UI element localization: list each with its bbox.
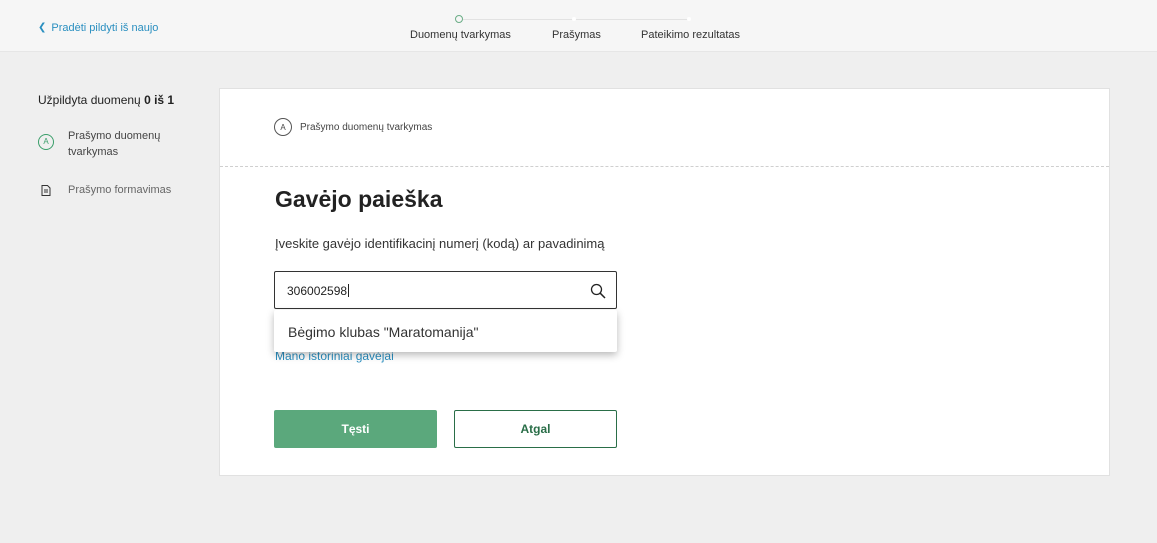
continue-button[interactable]: Tęsti xyxy=(274,410,437,448)
sidebar-progress: Užpildyta duomenų 0 iš 1 xyxy=(38,93,174,107)
search-input-value: 306002598 xyxy=(287,284,350,298)
text-caret xyxy=(348,284,350,297)
step-3-label: Pateikimo rezultatas xyxy=(641,29,741,41)
progress-stepper: Duomenų tvarkymas Prašymas Pateikimo rez… xyxy=(0,0,1157,52)
card-step-header: A Prašymo duomenų tvarkymas xyxy=(274,118,432,136)
search-field-label: Įveskite gavėjo identifikacinį numerį (k… xyxy=(275,236,605,251)
recipient-search-input[interactable]: 306002598 xyxy=(274,271,617,309)
step-2-label: Prašymas xyxy=(552,29,601,41)
top-bar: ❮ Pradėti pildyti iš naujo Duomenų tvark… xyxy=(0,0,1157,52)
search-value-text: 306002598 xyxy=(287,284,348,298)
progress-count: 0 iš 1 xyxy=(144,93,175,107)
step-a-badge: A xyxy=(38,134,54,150)
progress-prefix: Užpildyta duomenų xyxy=(38,93,141,107)
step-1-label: Duomenų tvarkymas xyxy=(410,29,511,41)
search-icon[interactable] xyxy=(590,283,606,299)
step-2-indicator xyxy=(572,17,576,21)
section-divider xyxy=(220,166,1109,167)
sidebar-item-label: Prašymo duomenų tvarkymas xyxy=(68,130,161,158)
document-icon xyxy=(38,182,54,198)
step-a-badge: A xyxy=(274,118,292,136)
card-step-label: Prašymo duomenų tvarkymas xyxy=(300,121,433,133)
main-card: A Prašymo duomenų tvarkymas Gavėjo paieš… xyxy=(219,88,1110,476)
page-title: Gavėjo paieška xyxy=(275,186,443,212)
suggestion-option[interactable]: Bėgimo klubas "Maratomanija" xyxy=(288,324,478,340)
sidebar-item-form-generation[interactable]: Prašymo formavimas xyxy=(38,182,171,198)
step-3-indicator xyxy=(687,17,691,21)
search-suggestions-dropdown: Bėgimo klubas "Maratomanija" xyxy=(274,310,617,352)
sidebar-item-label: Prašymo formavimas xyxy=(68,184,172,196)
back-button[interactable]: Atgal xyxy=(454,410,617,448)
step-1-indicator xyxy=(455,15,463,23)
sidebar-item-data-processing[interactable]: A Prašymo duomenų tvarkymas xyxy=(38,128,168,160)
stepper-line xyxy=(463,19,690,20)
